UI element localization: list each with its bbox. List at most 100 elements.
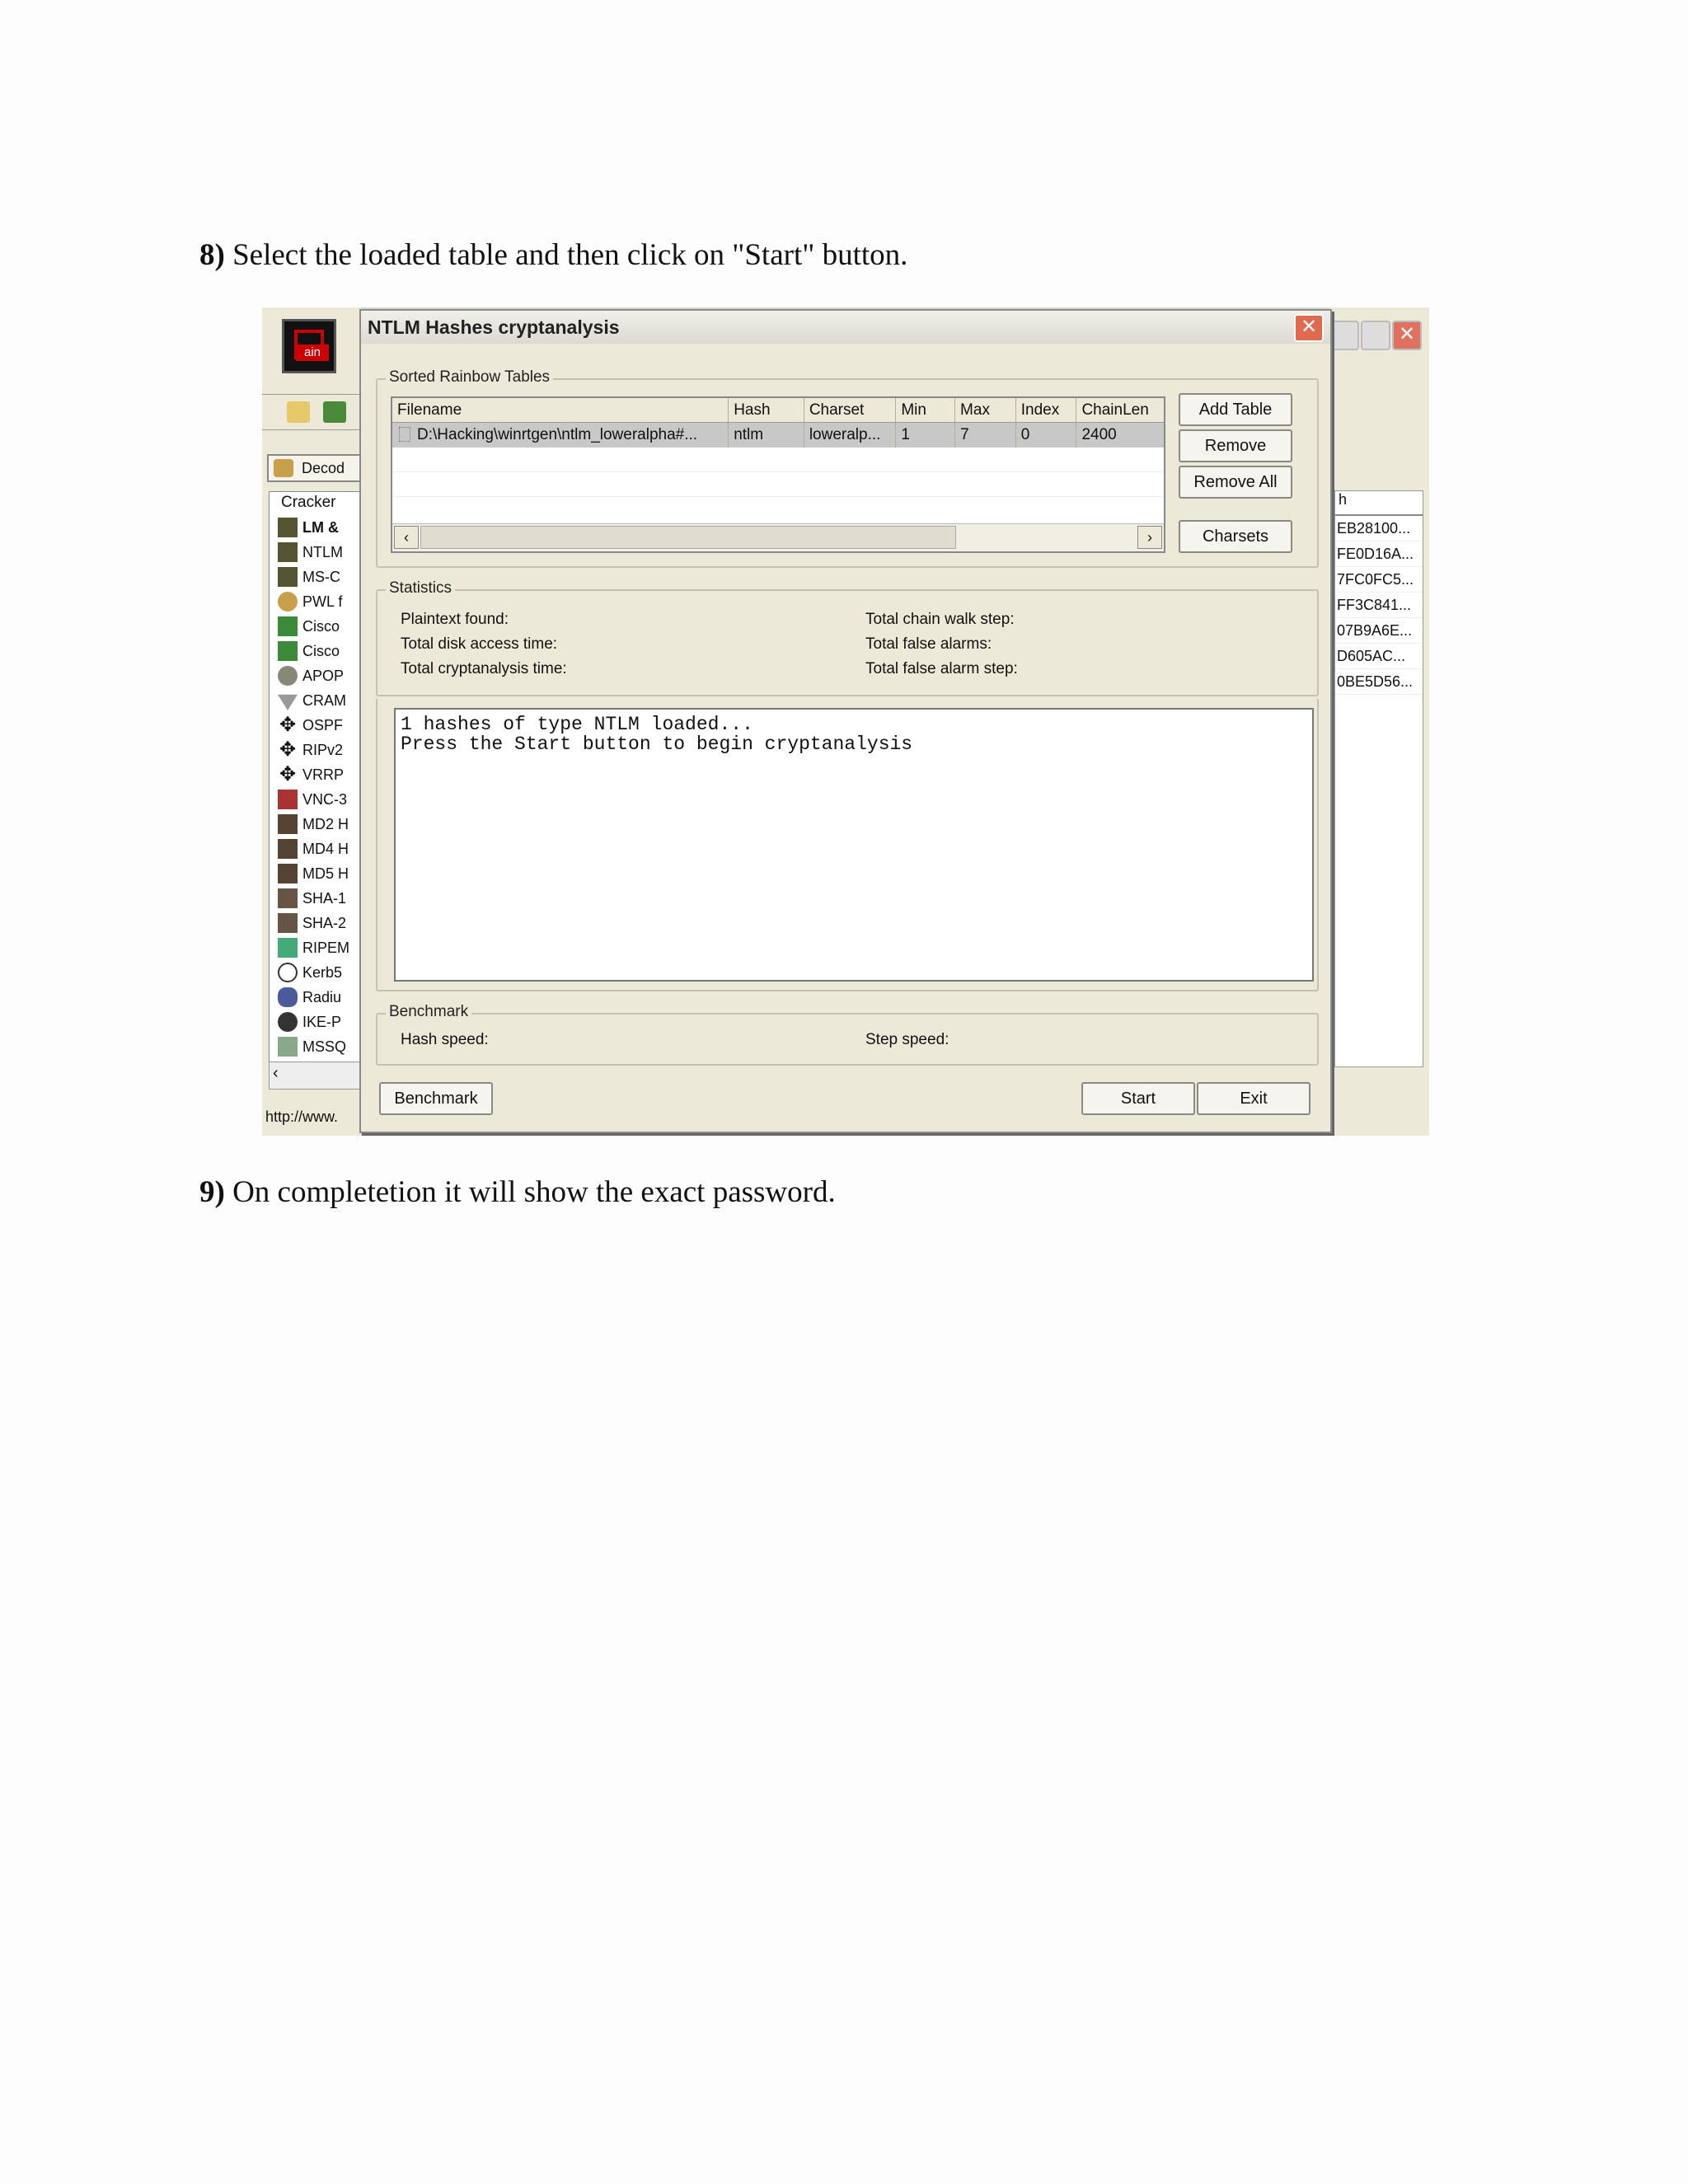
add-table-button[interactable]: Add Table [1179, 393, 1292, 426]
tree-item[interactable]: SHA-2 [278, 911, 346, 935]
scroll-thumb[interactable] [420, 526, 956, 549]
tree-item[interactable]: ✥ VRRP [278, 762, 344, 787]
tree-item[interactable]: MS-C [278, 565, 340, 589]
tree-item[interactable]: ✥ OSPF [278, 713, 343, 738]
tree-item[interactable]: PWL f [278, 589, 342, 614]
ripemd-icon [278, 938, 298, 958]
close-icon[interactable]: ✕ [1392, 321, 1422, 350]
column-header-charset[interactable]: Charset [804, 398, 897, 422]
tree-scrollbar[interactable]: ‹ [269, 1062, 361, 1090]
tree-item[interactable]: NTLM [278, 540, 343, 565]
column-header-index[interactable]: Index [1016, 398, 1077, 422]
tree-item[interactable]: MD5 H [278, 861, 349, 886]
maximize-icon[interactable] [1361, 321, 1390, 350]
table-row[interactable]: D:\Hacking\winrtgen\ntlm_loweralpha#... … [392, 423, 1164, 448]
column-header-hash[interactable]: Hash [729, 398, 804, 422]
minimize-icon[interactable] [1329, 321, 1359, 350]
vnc-icon [278, 790, 298, 809]
dialog-title: NTLM Hashes cryptanalysis [361, 311, 1330, 344]
tree-item[interactable]: RIPEM [278, 935, 349, 960]
tree-item[interactable]: SHA-1 [278, 886, 346, 911]
decoder-icon [274, 459, 293, 477]
hash-speed-label: Hash speed: [401, 1031, 489, 1048]
group-label: Sorted Rainbow Tables [386, 368, 554, 387]
remove-button[interactable]: Remove [1179, 429, 1292, 462]
list-item[interactable]: 0BE5D56... [1335, 669, 1423, 695]
list-item[interactable]: EB28100... [1335, 516, 1423, 541]
pwl-icon [278, 592, 298, 612]
start-button[interactable]: Start [1081, 1082, 1195, 1115]
ospf-icon: ✥ [279, 714, 297, 736]
tab-decoders[interactable]: Decod [267, 454, 361, 482]
cisco-icon [278, 641, 298, 661]
rainbow-tables-group: Sorted Rainbow Tables Filename Hash Char… [376, 368, 1319, 568]
tree-item[interactable]: MD4 H [278, 837, 349, 861]
tree-item[interactable]: Cisco [278, 639, 340, 663]
tree-item[interactable]: Radiu [278, 985, 341, 1010]
screenshot: ain Decod Cracker LM & NTLM MS-C PWL f C… [262, 307, 1429, 1136]
sha2-icon [278, 913, 298, 933]
md5-icon [278, 864, 298, 883]
exit-button[interactable]: Exit [1197, 1082, 1311, 1115]
horizontal-scrollbar[interactable]: ‹ › [392, 523, 1164, 551]
benchmark-button[interactable]: Benchmark [379, 1082, 493, 1115]
rainbow-tables-list: Filename Hash Charset Min Max Index Chai… [391, 396, 1165, 553]
list-item[interactable]: FE0D16A... [1335, 541, 1423, 567]
group-label: Benchmark [386, 1003, 472, 1021]
tree-item[interactable]: Cisco [278, 614, 340, 639]
log-line: 1 hashes of type NTLM loaded... [401, 714, 753, 735]
mssql-icon [278, 1037, 298, 1057]
column-header-max[interactable]: Max [955, 398, 1016, 422]
rip-icon: ✥ [279, 738, 297, 761]
toolbar [262, 394, 361, 430]
md2-icon [278, 814, 298, 834]
tree-item[interactable]: MD2 H [278, 812, 349, 837]
charsets-button[interactable]: Charsets [1179, 520, 1292, 553]
remove-all-button[interactable]: Remove All [1179, 466, 1292, 499]
ntlm-icon [278, 542, 298, 562]
tree-item[interactable]: Kerb5 [278, 960, 342, 985]
ntlm-cryptanalysis-dialog: NTLM Hashes cryptanalysis ✕ Sorted Rainb… [359, 309, 1332, 1133]
step-speed-label: Step speed: [865, 1031, 950, 1048]
tree-item[interactable]: MSSQ [278, 1034, 346, 1059]
cell-filename: D:\Hacking\winrtgen\ntlm_loweralpha#... [392, 423, 729, 448]
step-number: 8) [199, 238, 225, 272]
column-header-filename[interactable]: Filename [392, 398, 729, 422]
list-item[interactable]: 07B9A6E... [1335, 618, 1423, 644]
tree-item[interactable]: LM & [278, 515, 339, 540]
ike-icon [278, 1012, 298, 1032]
kerb5-icon [278, 963, 298, 982]
statistics-group: Statistics Plaintext found: Total disk a… [376, 579, 1319, 696]
tree-item[interactable]: IKE-P [278, 1010, 341, 1034]
group-label: Statistics [386, 579, 456, 598]
step-8-instruction: 8) Select the loaded table and then clic… [199, 237, 907, 273]
tree-item[interactable]: CRAM [278, 688, 346, 713]
hash-list: h EB28100... FE0D16A... 7FC0FC5... FF3C8… [1334, 490, 1423, 1067]
log-output[interactable]: 1 hashes of type NTLM loaded... Press th… [394, 708, 1314, 982]
list-item[interactable]: D605AC... [1335, 644, 1423, 669]
open-folder-icon[interactable] [287, 401, 310, 423]
cell-hash: ntlm [729, 423, 804, 448]
scroll-left-icon[interactable]: ‹ [394, 526, 419, 549]
tree-item[interactable]: APOP [278, 663, 344, 688]
close-icon[interactable]: ✕ [1294, 314, 1324, 342]
column-header-chainlen[interactable]: ChainLen [1076, 398, 1164, 422]
add-icon[interactable] [323, 401, 346, 423]
column-header[interactable]: h [1335, 491, 1423, 516]
step-text: Select the loaded table and then click o… [224, 238, 908, 272]
scroll-right-icon[interactable]: › [1137, 526, 1162, 549]
md4-icon [278, 839, 298, 859]
table-file-icon [399, 427, 410, 442]
false-alarms-label: Total false alarms: [865, 635, 992, 653]
apop-icon [278, 666, 298, 686]
tree-item[interactable]: ✥ RIPv2 [278, 738, 343, 762]
cell-index: 0 [1016, 423, 1077, 448]
cisco-icon [278, 616, 298, 636]
list-item[interactable]: 7FC0FC5... [1335, 567, 1423, 593]
column-header-min[interactable]: Min [896, 398, 956, 422]
scroll-left-icon[interactable]: ‹ [273, 1064, 279, 1083]
cram-icon [278, 694, 298, 710]
list-item[interactable]: FF3C841... [1335, 593, 1423, 618]
step-number: 9) [199, 1175, 225, 1209]
tree-item[interactable]: VNC-3 [278, 787, 347, 812]
